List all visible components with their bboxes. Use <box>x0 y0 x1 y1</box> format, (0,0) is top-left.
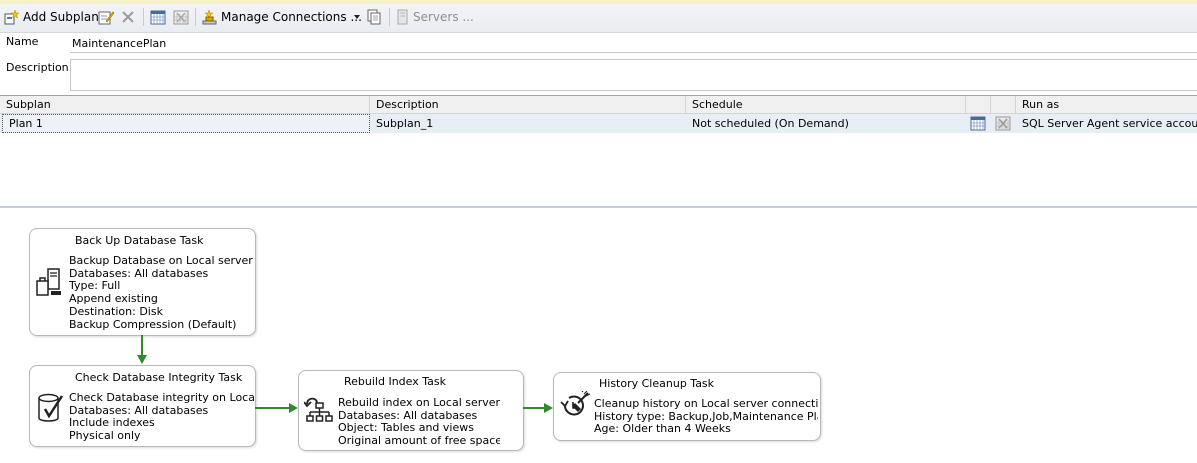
servers-label: Servers ... <box>413 10 474 24</box>
database-check-icon <box>36 392 64 424</box>
manage-connections-dropdown[interactable] <box>353 8 361 26</box>
task-detail-line: Object: Tables and views <box>338 422 474 435</box>
rebuild-index-task[interactable]: Rebuild Index Task Rebuild index on Loca… <box>298 370 524 451</box>
manage-connections-label: Manage Connections ... <box>221 10 362 24</box>
remove-schedule-icon <box>173 9 189 25</box>
delete-x-icon <box>120 9 136 25</box>
rebuild-index-icon <box>304 395 334 425</box>
server-icon <box>396 9 410 25</box>
task-details: Rebuild index on Local server conr Datab… <box>338 397 500 448</box>
connector-arrow-icon <box>289 403 298 413</box>
subplan-grid: Subplan Description Schedule Run as Plan… <box>0 95 1197 206</box>
task-detail-line: Check Database integrity on Local <box>69 392 255 404</box>
add-subplan-button[interactable]: Add Subplan <box>4 8 99 26</box>
name-label: Name <box>6 35 39 48</box>
backup-database-icon <box>34 267 64 297</box>
task-title: History Cleanup Task <box>599 377 715 390</box>
servers-button[interactable]: Servers ... <box>396 8 474 26</box>
toolbar-separator <box>195 8 196 26</box>
task-title: Check Database Integrity Task <box>75 371 243 384</box>
header-description[interactable]: Description <box>370 96 686 113</box>
task-detail-line: Age: Older than 4 Weeks <box>594 423 731 436</box>
remove-schedule-icon <box>995 116 1015 131</box>
name-underline <box>70 52 1197 53</box>
subplan-schedule-button[interactable] <box>150 8 166 26</box>
task-details: Cleanup history on Local server connecti… <box>594 398 818 436</box>
manage-connections-icon <box>201 8 218 26</box>
history-cleanup-task[interactable]: History Cleanup Task Cleanup history on … <box>553 372 821 441</box>
task-title: Back Up Database Task <box>75 234 204 247</box>
task-details: Backup Database on Local server c Databa… <box>69 255 255 331</box>
task-detail-line: Include indexes <box>69 417 155 430</box>
task-detail-line: Destination: Disk <box>69 305 163 318</box>
cell-run-as[interactable]: SQL Server Agent service account <box>1016 114 1197 133</box>
connector-arrow-icon <box>137 355 147 364</box>
header-schedule-remove <box>991 96 1016 113</box>
grid-header: Subplan Description Schedule Run as <box>0 96 1197 114</box>
table-row[interactable]: Plan 1 Subplan_1 Not scheduled (On Deman… <box>0 114 1197 133</box>
edit-schedule-button[interactable] <box>970 114 990 133</box>
plan-name-field[interactable]: MaintenancePlan <box>72 37 166 50</box>
task-detail-line: History type: Backup,Job,Maintenance Pla… <box>594 410 818 423</box>
check-integrity-task[interactable]: Check Database Integrity Task Check Data… <box>29 365 256 447</box>
remove-schedule-row-button[interactable] <box>995 114 1015 133</box>
connector-arrow-icon <box>544 403 553 413</box>
task-detail-line: Original amount of free space <box>338 435 500 448</box>
toolbar-top-strip <box>0 0 1197 4</box>
task-detail-line: Databases: All databases <box>69 267 209 280</box>
header-schedule[interactable]: Schedule <box>686 96 966 113</box>
backup-database-task[interactable]: Back Up Database Task Backup Database on… <box>29 228 256 336</box>
cell-subplan[interactable]: Plan 1 <box>2 114 370 133</box>
header-subplan[interactable]: Subplan <box>0 96 370 113</box>
header-run-as[interactable]: Run as <box>1016 96 1197 113</box>
toolbar-separator <box>389 8 390 26</box>
toolbar: Add Subplan Manage Connections ... Serve… <box>0 0 1197 33</box>
task-detail-line: Databases: All databases <box>338 409 478 422</box>
remove-schedule-button[interactable] <box>173 8 189 26</box>
calendar-icon <box>150 9 166 25</box>
add-subplan-label: Add Subplan <box>23 10 99 24</box>
task-title: Rebuild Index Task <box>344 375 446 388</box>
task-detail-line: Physical only <box>69 430 141 443</box>
task-details: Check Database integrity on Local Databa… <box>69 392 255 443</box>
edit-properties-button[interactable] <box>97 8 115 26</box>
task-detail-line: Backup Database on Local server c <box>69 255 255 267</box>
task-detail-line: Backup Compression (Default) <box>69 318 237 331</box>
cell-schedule: Not scheduled (On Demand) <box>692 117 849 130</box>
cell-description[interactable]: Subplan_1 <box>370 114 686 133</box>
task-detail-line: Type: Full <box>69 280 121 293</box>
history-cleanup-icon <box>559 391 591 421</box>
precedence-connector[interactable] <box>255 407 291 409</box>
task-detail-line: Append existing <box>69 293 158 306</box>
precedence-connector[interactable] <box>141 335 143 357</box>
header-schedule-edit <box>966 96 991 113</box>
delete-button[interactable] <box>120 8 136 26</box>
calendar-icon <box>970 116 990 131</box>
precedence-connector[interactable] <box>523 407 546 409</box>
add-subplan-icon <box>4 9 20 25</box>
edit-properties-icon <box>97 8 115 26</box>
manage-connections-button[interactable]: Manage Connections ... <box>201 8 362 26</box>
plan-description-field[interactable] <box>70 59 1197 91</box>
task-detail-line: Rebuild index on Local server conr <box>338 397 500 409</box>
copy-icon <box>366 9 382 25</box>
dropdown-arrow-icon <box>353 13 361 21</box>
toolbar-separator <box>143 8 144 26</box>
description-label: Description <box>6 61 69 74</box>
task-detail-line: Cleanup history on Local server connecti… <box>594 398 818 410</box>
copy-button[interactable] <box>366 8 382 26</box>
task-detail-line: Databases: All databases <box>69 404 209 417</box>
